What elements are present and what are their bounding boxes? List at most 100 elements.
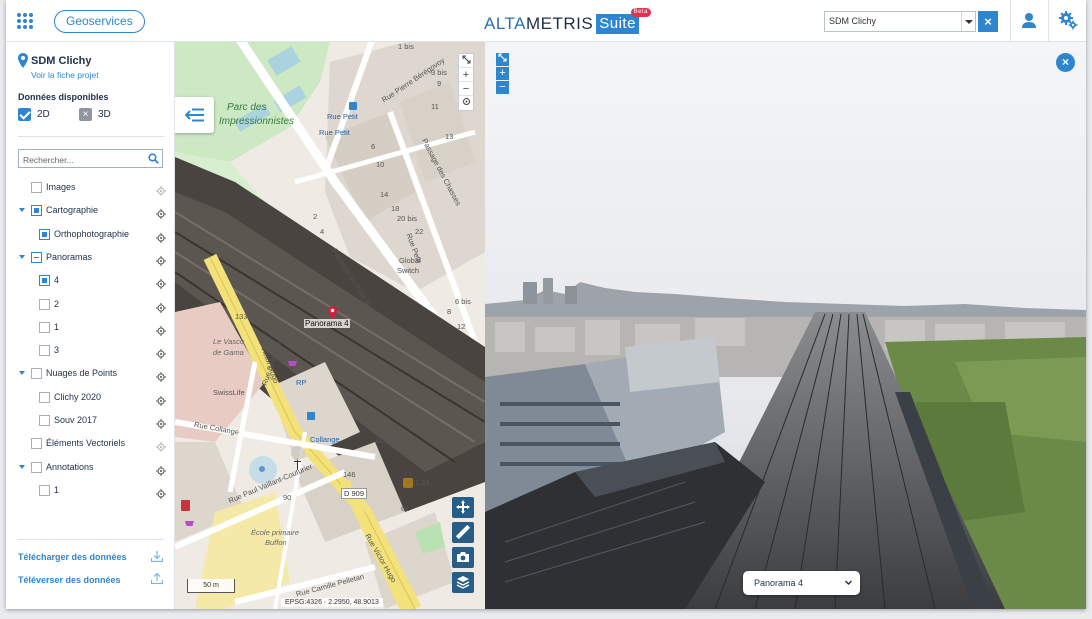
geoservices-button[interactable]: Geoservices: [54, 10, 145, 33]
layer-checkbox[interactable]: [31, 252, 42, 263]
upload-icon[interactable]: [151, 573, 163, 584]
project-details-link[interactable]: Voir la fiche projet: [31, 70, 99, 80]
layer-tree-row[interactable]: 1: [6, 320, 174, 336]
locate-layer-icon[interactable]: [156, 206, 166, 219]
locate-layer-icon[interactable]: [156, 393, 166, 406]
panorama-view[interactable]: + − × Panorama 4: [485, 42, 1086, 609]
move-tool-button[interactable]: [452, 497, 474, 518]
close-panorama-button[interactable]: ×: [1056, 53, 1075, 72]
measure-tool-button[interactable]: [452, 522, 474, 543]
layer-checkbox[interactable]: [39, 322, 50, 333]
panorama-pin-icon[interactable]: [328, 306, 337, 319]
layer-tree-row[interactable]: Panoramas: [6, 250, 174, 266]
locate-layer-icon[interactable]: [156, 323, 166, 336]
layer-checkbox[interactable]: [39, 392, 50, 403]
map-label: 10: [376, 160, 385, 169]
locate-layer-icon[interactable]: [156, 300, 166, 313]
clear-project-button[interactable]: ×: [978, 11, 998, 32]
shop-icon: [185, 521, 194, 526]
map-coordinates: EPSG:4326 · 2.2950, 48.9013: [281, 598, 383, 607]
locate-layer-icon[interactable]: [156, 439, 166, 452]
user-icon[interactable]: [1021, 12, 1037, 29]
expand-caret-icon[interactable]: [19, 371, 25, 375]
layer-tree-row[interactable]: 3: [6, 343, 174, 359]
logo-suite-text: Suite: [599, 15, 636, 32]
locate-layer-icon[interactable]: [156, 369, 166, 382]
collapse-sidebar-button[interactable]: [175, 97, 214, 133]
layer-tree-row[interactable]: Annotations: [6, 460, 174, 476]
layer-tree-row[interactable]: Clichy 2020: [6, 390, 174, 406]
header-divider: [1048, 0, 1049, 42]
layers-tool-button[interactable]: [452, 572, 474, 593]
map-label: 4: [320, 227, 325, 236]
layer-tree-row[interactable]: Souv 2017: [6, 413, 174, 429]
layer-checkbox[interactable]: [31, 438, 42, 449]
layer-checkbox[interactable]: [31, 205, 42, 216]
layers-sidebar: SDM Clichy Voir la fiche projet Données …: [6, 42, 175, 609]
header-divider: [1010, 0, 1011, 42]
screenshot-tool-button[interactable]: [452, 547, 474, 568]
layer-tree-row[interactable]: Cartographie: [6, 203, 174, 219]
mode-2d-checkbox[interactable]: [18, 108, 31, 121]
download-data-link[interactable]: Télécharger des données: [18, 552, 127, 562]
map-label: 22 24: [411, 478, 430, 487]
panorama-select[interactable]: Panorama 4: [743, 571, 860, 595]
panorama-image[interactable]: [485, 42, 1086, 609]
layer-search-input[interactable]: [19, 151, 143, 169]
sidebar-divider: [18, 539, 164, 540]
layer-tree-row[interactable]: Images: [6, 180, 174, 196]
layer-checkbox[interactable]: [39, 345, 50, 356]
project-name: SDM Clichy: [31, 55, 92, 67]
layer-checkbox[interactable]: [39, 415, 50, 426]
project-select[interactable]: SDM Clichy: [824, 11, 976, 32]
panorama-zoom-in-button[interactable]: +: [496, 67, 509, 80]
layer-checkbox[interactable]: [31, 182, 42, 193]
locate-me-button[interactable]: [459, 96, 473, 110]
layer-checkbox[interactable]: [39, 229, 50, 240]
map-label: Le Vasco: [213, 337, 244, 346]
map-label: Rue Petit: [327, 112, 358, 121]
panorama-map-label[interactable]: Panorama 4: [304, 319, 350, 328]
layer-tree-row[interactable]: Orthophotographie: [6, 227, 174, 243]
layer-tree-row[interactable]: 1: [6, 483, 174, 499]
layer-checkbox[interactable]: [39, 299, 50, 310]
layer-checkbox[interactable]: [31, 368, 42, 379]
layer-checkbox[interactable]: [39, 485, 50, 496]
layer-tree-row[interactable]: Éléments Vectoriels: [6, 436, 174, 452]
expand-caret-icon[interactable]: [19, 208, 25, 212]
settings-gears-icon[interactable]: [1058, 10, 1078, 30]
layer-tree-row[interactable]: 4: [6, 273, 174, 289]
locate-layer-icon[interactable]: [156, 253, 166, 266]
layer-tree-row[interactable]: 2: [6, 297, 174, 313]
panorama-zoom-out-button[interactable]: −: [496, 81, 509, 94]
locate-layer-icon[interactable]: [156, 230, 166, 243]
layer-label: 3: [54, 345, 60, 355]
locate-layer-icon[interactable]: [156, 486, 166, 499]
search-icon[interactable]: [148, 153, 159, 164]
expand-caret-icon[interactable]: [19, 465, 25, 469]
layer-tree-row[interactable]: Nuages de Points: [6, 366, 174, 382]
map-label: 22: [415, 227, 424, 236]
mode-3d-checkbox[interactable]: ×: [79, 108, 92, 121]
layer-label: 1: [54, 485, 60, 495]
logo-alta: ALTA: [484, 14, 526, 33]
map-tools: [452, 497, 474, 597]
layer-search-box: [18, 149, 163, 169]
locate-layer-icon[interactable]: [156, 416, 166, 429]
layer-checkbox[interactable]: [31, 462, 42, 473]
map-zoom-in-button[interactable]: +: [459, 68, 473, 82]
locate-layer-icon[interactable]: [156, 346, 166, 359]
upload-data-link[interactable]: Téléverser des données: [18, 575, 121, 585]
download-icon[interactable]: [151, 551, 163, 562]
expand-caret-icon[interactable]: [19, 255, 25, 259]
layer-checkbox[interactable]: [39, 275, 50, 286]
locate-layer-icon[interactable]: [156, 183, 166, 196]
map-zoom-out-button[interactable]: −: [459, 82, 473, 96]
panorama-fullscreen-button[interactable]: [496, 53, 509, 66]
fullscreen-button[interactable]: [459, 54, 473, 68]
apps-grid-icon[interactable]: [17, 13, 33, 29]
caret-down-icon[interactable]: [961, 12, 975, 31]
locate-layer-icon[interactable]: [156, 276, 166, 289]
locate-layer-icon[interactable]: [156, 463, 166, 476]
map-view[interactable]: Parc des Impressionnistes Rue Petit Rue …: [175, 42, 485, 609]
